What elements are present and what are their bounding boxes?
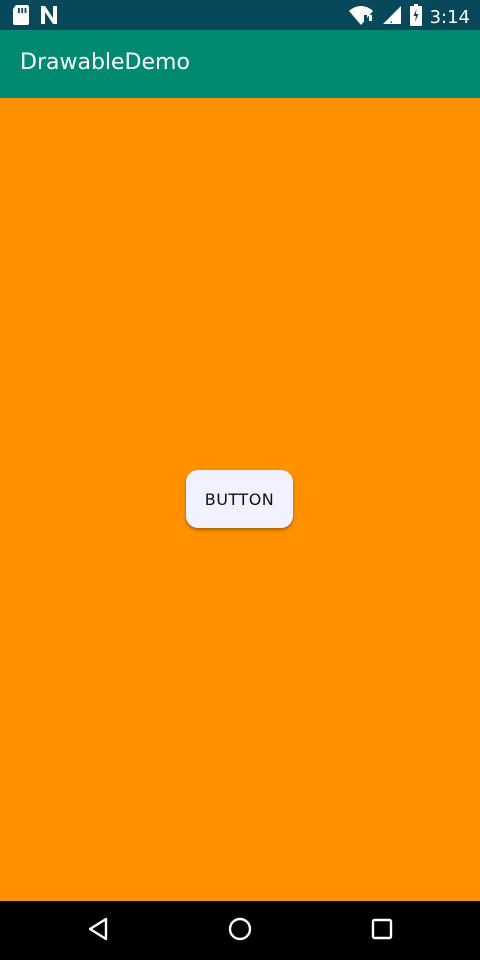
back-icon [87, 917, 109, 945]
sd-card-icon [12, 5, 30, 29]
app-title: DrawableDemo [20, 50, 190, 75]
recents-button[interactable] [367, 916, 397, 946]
back-button[interactable] [83, 916, 113, 946]
recents-icon [371, 918, 393, 944]
home-icon [228, 917, 252, 945]
status-left-icons [12, 5, 58, 29]
status-bar: 3:14 [0, 0, 480, 30]
home-button[interactable] [225, 916, 255, 946]
wifi-icon [348, 5, 374, 29]
n-notification-icon [40, 5, 58, 29]
status-time: 3:14 [429, 6, 470, 28]
screen: 3:14 DrawableDemo BUTTON [0, 0, 480, 960]
status-right-icons: 3:14 [348, 4, 470, 30]
cell-signal-icon [382, 5, 402, 29]
battery-icon [409, 4, 422, 30]
navigation-bar [0, 901, 480, 960]
app-bar: DrawableDemo [0, 30, 480, 98]
main-button[interactable]: BUTTON [186, 470, 293, 528]
